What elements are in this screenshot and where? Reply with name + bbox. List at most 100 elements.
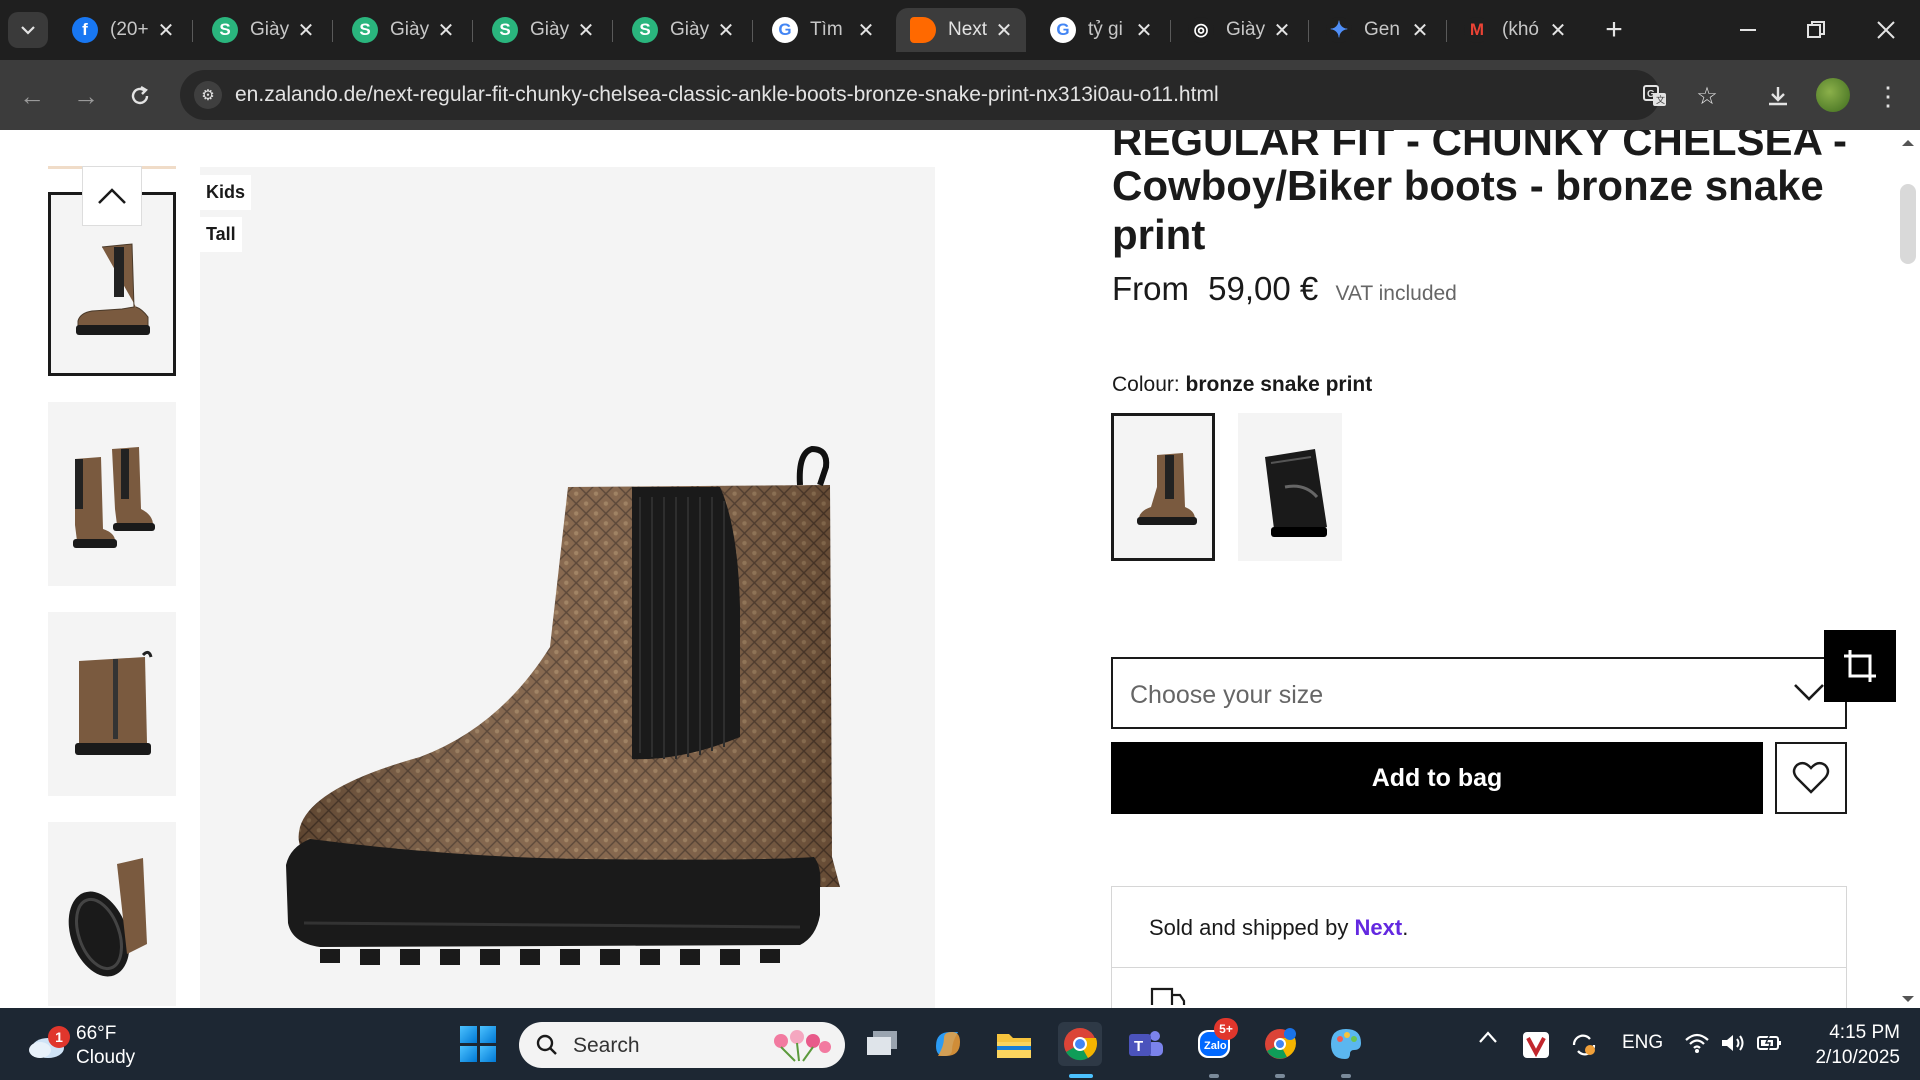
task-view-button[interactable]: [860, 1022, 904, 1066]
site-info-icon[interactable]: ⚙: [194, 81, 222, 109]
browser-tab[interactable]: M (khó ✕: [1450, 8, 1580, 52]
zalo-notification-badge: 5+: [1214, 1018, 1238, 1040]
crop-search-button[interactable]: [1824, 630, 1896, 702]
chrome-icon: [1064, 1028, 1098, 1061]
add-to-bag-button[interactable]: Add to bag: [1111, 742, 1763, 814]
language-indicator[interactable]: ENG: [1622, 1032, 1663, 1054]
minimize-button[interactable]: [1718, 8, 1778, 52]
close-tab-icon[interactable]: ✕: [574, 18, 598, 42]
temperature: 66°F: [76, 1023, 117, 1044]
s-app-icon: S: [212, 17, 238, 43]
close-tab-icon[interactable]: ✕: [154, 18, 178, 42]
close-tab-icon[interactable]: ✕: [854, 18, 878, 42]
product-title-cut: REGULAR FIT - CHUNKY CHELSEA -: [1112, 130, 1847, 164]
forward-button[interactable]: →: [68, 78, 104, 114]
address-bar[interactable]: ⚙ en.zalando.de/next-regular-fit-chunky-…: [180, 70, 1718, 120]
wifi-icon[interactable]: [1684, 1032, 1710, 1054]
clock-time: 4:15 PM: [1829, 1022, 1900, 1043]
thumbnail-4[interactable]: [48, 822, 176, 1006]
arrow-left-icon: ←: [19, 80, 45, 111]
thumbnail-2[interactable]: [48, 402, 176, 586]
size-dropdown[interactable]: Choose your size: [1111, 657, 1847, 729]
reload-button[interactable]: [122, 78, 158, 114]
paint-app[interactable]: [1324, 1022, 1368, 1066]
main-product-image[interactable]: [200, 167, 935, 1008]
close-tab-icon[interactable]: ✕: [1408, 18, 1432, 42]
browser-tab[interactable]: S Giày ✕: [198, 8, 328, 52]
copilot-app[interactable]: [926, 1022, 970, 1066]
tab-separator: [1170, 20, 1171, 42]
zalando-icon: [910, 17, 936, 43]
file-explorer-app[interactable]: [992, 1022, 1036, 1066]
close-tab-icon[interactable]: ✕: [1270, 18, 1294, 42]
taskbar-search[interactable]: Search: [519, 1022, 845, 1068]
size-placeholder: Choose your size: [1130, 681, 1324, 709]
thumbnail-scroll-up-button[interactable]: [82, 166, 142, 226]
browser-tab[interactable]: Gtỷ gi ✕: [1036, 8, 1166, 52]
close-tab-icon[interactable]: ✕: [992, 18, 1016, 42]
restore-button[interactable]: [1786, 8, 1846, 52]
colour-swatch-bronze[interactable]: [1111, 413, 1215, 561]
chatgpt-icon: ◎: [1188, 17, 1214, 43]
search-label: Search: [573, 1034, 640, 1057]
start-button[interactable]: [460, 1026, 496, 1062]
chrome-app[interactable]: [1058, 1022, 1102, 1066]
windows-taskbar: 1 66°F Cloudy Search T Zalo 5+ ENG 4:15 …: [0, 1008, 1920, 1080]
colour-swatch-black[interactable]: [1238, 413, 1342, 561]
close-tab-icon[interactable]: ✕: [1132, 18, 1156, 42]
new-tab-button[interactable]: +: [1598, 13, 1630, 46]
wishlist-button[interactable]: [1775, 742, 1847, 814]
svg-text:T: T: [1134, 1038, 1143, 1055]
weather-badge: 1: [48, 1026, 70, 1048]
chrome-profile-running-indicator: [1275, 1074, 1285, 1078]
flowers-icon: [774, 1030, 831, 1062]
tab-search-button[interactable]: [8, 12, 48, 48]
reload-icon: [131, 85, 149, 105]
close-tab-icon[interactable]: ✕: [1546, 18, 1570, 42]
thumbnail-3[interactable]: [48, 612, 176, 796]
price-line: From 59,00 € VAT included: [1112, 270, 1457, 308]
browser-tab[interactable]: f (20+ ✕: [58, 8, 188, 52]
scroll-up-arrow-icon[interactable]: [1896, 136, 1920, 150]
delivery-truck-icon: [1150, 987, 1186, 1005]
scroll-down-arrow-icon[interactable]: [1896, 992, 1920, 1006]
browser-tab[interactable]: Next ✕: [896, 8, 1026, 52]
boot-thumbnail-icon: [76, 243, 150, 335]
chevron-down-icon: [1794, 684, 1824, 701]
weather-widget[interactable]: 66°F Cloudy: [76, 1022, 135, 1070]
flag-tall: Tall: [200, 217, 242, 252]
browser-tab[interactable]: S Giày ✕: [338, 8, 468, 52]
battery-icon[interactable]: [1756, 1032, 1784, 1054]
sync-tray-icon[interactable]: [1570, 1032, 1598, 1058]
colour-label: Colour: bronze snake print: [1112, 373, 1372, 397]
profile-avatar[interactable]: [1816, 78, 1850, 112]
vivaldi-tray-icon[interactable]: [1523, 1032, 1549, 1058]
close-tab-icon[interactable]: ✕: [294, 18, 318, 42]
close-tab-icon[interactable]: ✕: [434, 18, 458, 42]
boot-sole-thumbnail-icon: [68, 858, 147, 977]
product-title: Cowboy/Biker boots - bronze snake print: [1112, 162, 1824, 258]
teams-app[interactable]: T: [1124, 1022, 1168, 1066]
heart-icon: [1792, 761, 1830, 794]
translate-icon[interactable]: G文: [1640, 81, 1670, 111]
browser-tab[interactable]: G Tìm ✕: [758, 8, 888, 52]
close-window-button[interactable]: [1856, 8, 1916, 52]
seller-link[interactable]: Next: [1355, 915, 1403, 940]
downloads-icon[interactable]: [1758, 76, 1798, 116]
bookmark-star-icon[interactable]: ☆: [1692, 81, 1722, 111]
crop-icon: [1844, 650, 1876, 682]
browser-tab[interactable]: ◎ Giày ✕: [1174, 8, 1304, 52]
copilot-icon: [936, 1032, 960, 1056]
system-clock[interactable]: 4:15 PM 2/10/2025: [1800, 1020, 1900, 1070]
volume-icon[interactable]: [1720, 1032, 1746, 1054]
back-button[interactable]: ←: [14, 78, 50, 114]
scrollbar-thumb[interactable]: [1900, 184, 1916, 264]
chrome-profile-app[interactable]: [1258, 1022, 1302, 1066]
browser-tab[interactable]: S Giày ✕: [618, 8, 748, 52]
menu-kebab-icon[interactable]: ⋮: [1868, 76, 1908, 116]
close-tab-icon[interactable]: ✕: [714, 18, 738, 42]
show-hidden-icons-button[interactable]: [1478, 1030, 1498, 1044]
browser-tab[interactable]: ✦ Gen ✕: [1312, 8, 1442, 52]
browser-tab[interactable]: S Giày ✕: [478, 8, 608, 52]
url-text[interactable]: en.zalando.de/next-regular-fit-chunky-ch…: [235, 83, 1219, 107]
